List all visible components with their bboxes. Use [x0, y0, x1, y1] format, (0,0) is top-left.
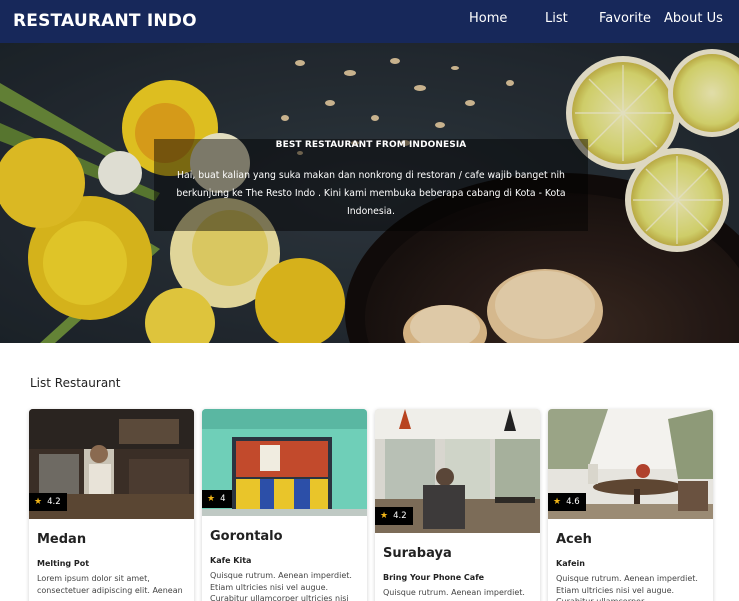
nav-home[interactable]: Home — [469, 11, 507, 26]
rating-value: 4.2 — [393, 511, 407, 521]
restaurant-card-aceh[interactable]: ★ 4.6 Aceh Kafein Quisque rutrum. Aenean… — [548, 409, 713, 601]
restaurant-card-gorontalo[interactable]: ★ 4 Gorontalo Kafe Kita Quisque rutrum. … — [202, 409, 367, 601]
hero-caption: BEST RESTAURANT FROM INDONESIA Hai, buat… — [154, 139, 588, 231]
star-icon: ★ — [207, 494, 216, 504]
rating-badge: ★ 4 — [202, 490, 232, 508]
restaurant-name: Melting Pot — [37, 559, 90, 568]
app-header: RESTAURANT INDO Home List Favorite About… — [0, 0, 739, 43]
restaurant-description: Quisque rutrum. Aenean imperdiet. Etiam … — [556, 574, 698, 601]
nav-list[interactable]: List — [545, 11, 568, 26]
rating-badge: ★ 4.2 — [375, 507, 413, 525]
nav-about-us[interactable]: About Us — [664, 11, 723, 26]
rating-value: 4.2 — [47, 497, 61, 507]
restaurant-name: Kafein — [556, 559, 585, 568]
hero-section: BEST RESTAURANT FROM INDONESIA Hai, buat… — [0, 43, 739, 343]
nav-favorite[interactable]: Favorite — [599, 11, 651, 26]
star-icon: ★ — [553, 497, 562, 507]
rating-badge: ★ 4.2 — [29, 493, 67, 511]
restaurant-description: Quisque rutrum. Aenean imperdiet. Etiam … — [210, 571, 352, 601]
list-title: List Restaurant — [30, 376, 121, 390]
city-name: Gorontalo — [210, 529, 283, 544]
hero-title: BEST RESTAURANT FROM INDONESIA — [275, 140, 467, 150]
city-name: Surabaya — [383, 546, 452, 561]
rating-value: 4 — [220, 494, 226, 504]
restaurant-name: Bring Your Phone Cafe — [383, 573, 485, 582]
rating-badge: ★ 4.6 — [548, 493, 586, 511]
rating-value: 4.6 — [566, 497, 580, 507]
city-name: Aceh — [556, 532, 592, 547]
restaurant-name: Kafe Kita — [210, 556, 252, 565]
brand-logo[interactable]: RESTAURANT INDO — [13, 11, 197, 31]
restaurant-card-medan[interactable]: ★ 4.2 Medan Melting Pot Lorem ipsum dolo… — [29, 409, 194, 601]
star-icon: ★ — [34, 497, 43, 507]
star-icon: ★ — [380, 511, 389, 521]
city-name: Medan — [37, 532, 87, 547]
restaurant-description: Quisque rutrum. Aenean imperdiet. — [383, 588, 525, 597]
restaurant-card-surabaya[interactable]: ★ 4.2 Surabaya Bring Your Phone Cafe Qui… — [375, 409, 540, 601]
hero-description: Hai, buat kalian yang suka makan dan non… — [176, 170, 566, 217]
restaurant-description: Lorem ipsum dolor sit amet, consectetuer… — [37, 574, 183, 595]
